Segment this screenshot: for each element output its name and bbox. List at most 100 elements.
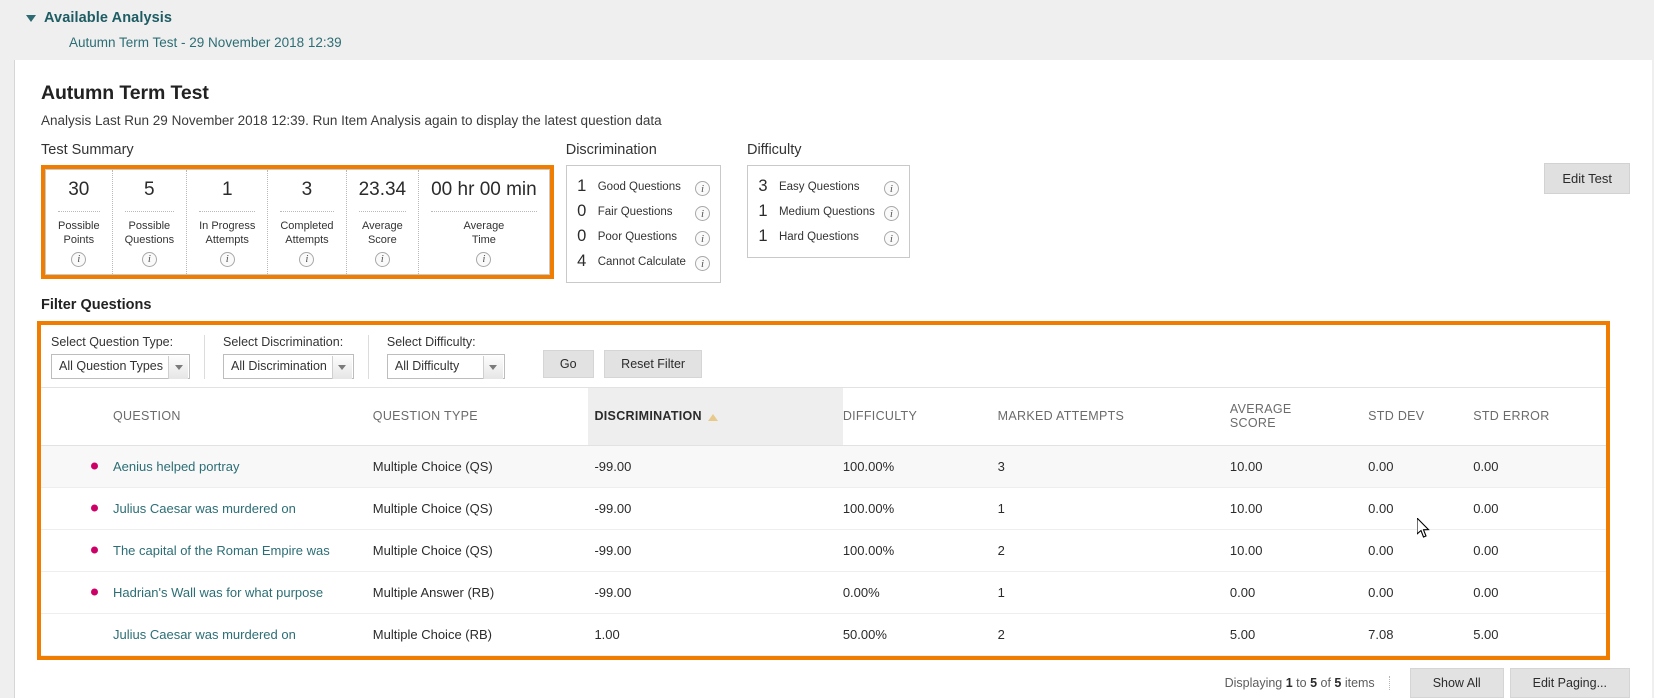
summary-cell-average-score: 23.34 Average Score i (347, 170, 420, 274)
summary-label: Completed Attempts (280, 220, 333, 248)
count: 0 (577, 202, 587, 220)
avg-line2: SCORE (1229, 416, 1276, 431)
available-analysis-header[interactable]: Available Analysis (26, 10, 1654, 26)
page-subtitle: Analysis Last Run 29 November 2018 12:39… (41, 113, 662, 128)
info-icon[interactable]: i (374, 251, 390, 267)
cell-difficulty: 50.00% (842, 613, 998, 656)
column-header-question[interactable]: QUESTION (41, 387, 373, 446)
cell-question-type: Multiple Choice (QS) (372, 487, 589, 530)
info-icon[interactable]: i (141, 251, 157, 267)
column-header-question-type[interactable]: QUESTION TYPE (372, 387, 589, 446)
select-question-type[interactable]: All Question Types (51, 354, 190, 379)
count: 4 (577, 252, 587, 270)
test-summary-highlight: 30 Possible Points i 5 Possible Question… (41, 165, 554, 279)
info-icon[interactable]: i (71, 251, 87, 267)
sort-ascending-icon (707, 413, 718, 421)
cell-discrimination: -99.00 (588, 487, 843, 530)
filter-label-question-type: Select Question Type: (51, 335, 174, 349)
label: Fair Questions (597, 205, 673, 218)
difficulty-label: Difficulty (746, 142, 802, 158)
column-header-std-dev[interactable]: STD DEV (1368, 387, 1474, 446)
info-icon[interactable]: i (219, 251, 235, 267)
cell-std-error: 0.00 (1473, 487, 1606, 530)
available-analysis-link[interactable]: Autumn Term Test - 29 November 2018 12:3… (69, 35, 1654, 50)
analysis-panel: Autumn Term Test Analysis Last Run 29 No… (15, 60, 1652, 698)
go-button[interactable]: Go (542, 350, 594, 378)
info-icon[interactable]: i (694, 181, 710, 196)
summary-label-l2: Questions (124, 233, 175, 246)
summary-cell-possible-questions: 5 Possible Questions i (113, 170, 188, 274)
test-summary-table: 30 Possible Points i 5 Possible Question… (45, 169, 550, 275)
table-head: QUESTION QUESTION TYPE DISCRIMINATION DI… (41, 387, 1606, 446)
summary-label-l1: Possible (128, 220, 171, 232)
edit-paging-button[interactable]: Edit Paging... (1509, 667, 1630, 698)
summary-label-l1: In Progress (199, 220, 256, 232)
summary-label-l2: Points (63, 233, 95, 246)
info-icon[interactable]: i (476, 251, 492, 267)
cell-question: Julius Caesar was murdered on (41, 613, 373, 656)
count: 3 (758, 177, 768, 195)
summary-label-l1: Average (361, 220, 403, 232)
cell-average-score: 10.00 (1229, 445, 1369, 488)
cell-average-score: 10.00 (1229, 529, 1369, 572)
info-icon[interactable]: i (694, 206, 710, 221)
available-analysis-strip: Available Analysis Autumn Term Test - 29… (0, 0, 1654, 60)
summary-cell-possible-points: 30 Possible Points i (46, 170, 113, 274)
column-header-difficulty[interactable]: DIFFICULTY (842, 387, 998, 446)
discrimination-row-cannot-calculate: 4 Cannot Calculate i (575, 249, 710, 274)
edit-test-button[interactable]: Edit Test (1544, 163, 1630, 194)
select-discrimination-value: All Discrimination (231, 359, 327, 373)
select-discrimination[interactable]: All Discrimination (223, 354, 354, 379)
needs-attention-dot-icon (91, 504, 98, 512)
cell-question: The capital of the Roman Empire was (41, 529, 373, 572)
chevron-down-icon[interactable] (331, 356, 352, 379)
table-header-row: QUESTION QUESTION TYPE DISCRIMINATION DI… (41, 387, 1606, 446)
info-icon[interactable]: i (694, 231, 710, 246)
content-wrapper: Autumn Term Test Analysis Last Run 29 No… (0, 60, 1654, 698)
cell-difficulty: 100.00% (842, 487, 998, 530)
question-link[interactable]: Hadrian's Wall was for what purpose (113, 585, 323, 600)
filter-bar: Select Question Type: All Question Types… (41, 325, 1606, 387)
count: 1 (577, 177, 587, 195)
cell-std-dev: 0.00 (1368, 445, 1474, 488)
label: Poor Questions (597, 230, 677, 243)
displaying-mid: to (1292, 675, 1311, 690)
needs-attention-dot-icon (91, 588, 98, 596)
summary-label-l2: Attempts (285, 233, 329, 246)
question-link[interactable]: Julius Caesar was murdered on (113, 627, 296, 642)
cell-question-type: Multiple Choice (QS) (372, 445, 589, 488)
column-header-std-error[interactable]: STD ERROR (1473, 387, 1606, 446)
info-icon[interactable]: i (299, 251, 315, 267)
show-all-button[interactable]: Show All (1409, 667, 1504, 698)
discrimination-row-good: 1 Good Questions i (575, 174, 710, 199)
displaying-of: of (1317, 675, 1335, 690)
info-icon[interactable]: i (883, 206, 899, 221)
discrimination-panel: 1 Good Questions i 0 Fair Questions i 0 … (565, 165, 721, 283)
info-icon[interactable]: i (694, 256, 710, 271)
reset-filter-button[interactable]: Reset Filter (604, 350, 703, 378)
column-header-discrimination[interactable]: DISCRIMINATION (588, 387, 843, 446)
summary-value: 1 (199, 179, 256, 212)
summary-label: Average Time (431, 220, 537, 248)
summary-label: Possible Points (58, 220, 100, 248)
displaying-status: Displaying 1 to 5 of 5 items (1225, 675, 1390, 690)
info-icon[interactable]: i (883, 231, 899, 246)
question-link[interactable]: Aenius helped portray (113, 459, 239, 474)
question-link[interactable]: Julius Caesar was murdered on (113, 501, 296, 516)
column-header-marked-attempts[interactable]: MARKED ATTEMPTS (997, 387, 1230, 446)
chevron-down-icon[interactable] (26, 14, 36, 22)
filter-label-difficulty: Select Difficulty: (386, 335, 476, 349)
cell-difficulty: 0.00% (842, 571, 998, 614)
chevron-down-icon[interactable] (168, 356, 188, 379)
chevron-down-icon[interactable] (482, 356, 503, 379)
info-icon[interactable]: i (883, 181, 899, 196)
question-link[interactable]: The capital of the Roman Empire was (113, 543, 330, 558)
select-question-type-value: All Question Types (59, 359, 163, 373)
avg-line1: AVERAGE (1229, 402, 1292, 416)
column-header-average-score[interactable]: AVERAGE SCORE (1229, 387, 1369, 446)
select-difficulty[interactable]: All Difficulty (386, 354, 505, 379)
count: 1 (758, 202, 768, 220)
summary-value: 30 (58, 179, 100, 212)
summary-label: Average Score (359, 220, 407, 248)
cell-std-dev: 0.00 (1368, 571, 1474, 614)
